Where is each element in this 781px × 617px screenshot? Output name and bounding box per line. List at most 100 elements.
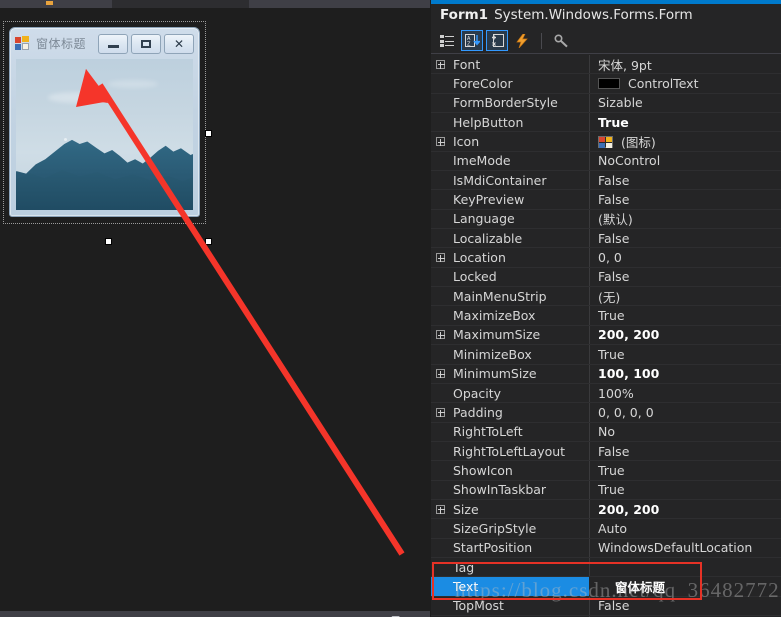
property-value[interactable]: 窗体标题 [607,577,781,595]
expand-plus-box [435,330,445,340]
property-value[interactable]: 100% [589,383,781,403]
property-row[interactable]: Padding 0, 0, 0, 0 [431,403,781,423]
property-value[interactable]: ControlText [589,74,781,93]
property-value[interactable]: 0, 0 [589,248,781,267]
expand-plus-icon[interactable] [431,407,449,417]
property-value[interactable]: False [589,596,781,615]
expand-plus-icon[interactable] [431,253,449,263]
property-row[interactable]: Opacity 100% [431,383,781,404]
property-value[interactable]: True [589,461,781,480]
expand-plus-icon[interactable] [431,137,449,147]
property-value[interactable]: 宋体, 9pt [589,55,781,74]
property-row[interactable]: ForeColor ControlText [431,74,781,94]
property-value[interactable]: True [589,113,781,132]
property-value[interactable]: 200, 200 [589,325,781,345]
property-row[interactable]: FormBorderStyle Sizable [431,93,781,114]
property-value[interactable]: NoControl [589,151,781,171]
categorized-view-icon[interactable] [436,30,458,51]
property-name: SizeGripStyle [453,520,537,536]
property-name: ForeColor [453,76,513,92]
property-row[interactable]: Localizable False [431,229,781,249]
property-row[interactable]: Locked False [431,267,781,288]
property-row[interactable]: StartPosition WindowsDefaultLocation [431,538,781,558]
property-row[interactable]: Size 200, 200 [431,499,781,520]
expand-plus-icon[interactable] [431,369,449,379]
property-row[interactable]: Tag [431,557,781,578]
property-value[interactable]: (默认) [589,209,781,229]
property-value[interactable]: 0, 0, 0, 0 [589,403,781,422]
form-close-button[interactable]: ✕ [164,33,194,54]
expand-plus-box [435,137,445,147]
alphabetical-sort-icon[interactable]: A Z [461,30,483,51]
form-minimize-button[interactable] [98,33,128,54]
form-title-bar: 窗体标题 ✕ [10,28,199,59]
editor-tab-secondary[interactable] [112,0,249,8]
property-row[interactable]: SizeGripStyle Auto [431,519,781,539]
expand-plus-icon[interactable] [431,330,449,340]
property-row[interactable]: RightToLeftLayout False [431,441,781,462]
property-value-text: True [598,462,625,478]
property-value[interactable]: True [589,480,781,499]
property-row[interactable]: IsMdiContainer False [431,171,781,191]
property-value[interactable]: True [589,306,781,325]
property-row[interactable]: MaximizeBox True [431,306,781,326]
properties-icon[interactable] [486,30,508,51]
form-selection-frame[interactable]: 窗体标题 ✕ [3,21,212,245]
property-row[interactable]: MaximumSize 200, 200 [431,325,781,346]
property-value-text: True [598,308,625,324]
form-designer-surface[interactable]: 窗体标题 ✕ [0,9,430,617]
property-row[interactable]: Font 宋体, 9pt [431,55,781,75]
property-row[interactable]: Location 0, 0 [431,248,781,268]
properties-grid[interactable]: Font 宋体, 9pt ForeColor ControlText FormBorde… [431,55,781,617]
editor-tab-tertiary[interactable] [249,0,430,8]
property-value-text: Auto [598,520,628,536]
property-pages-icon[interactable] [550,30,572,51]
property-row[interactable]: Text 窗体标题 [431,577,781,597]
property-row[interactable]: RightToLeft No [431,422,781,442]
resize-handle-bottom[interactable] [105,238,112,245]
property-value[interactable]: False [589,229,781,248]
property-row[interactable]: Language (默认) [431,209,781,230]
property-name: Size [453,501,479,517]
property-value[interactable]: No [589,422,781,441]
property-row[interactable]: MinimizeBox True [431,345,781,365]
property-row[interactable]: ShowInTaskbar True [431,480,781,500]
property-value[interactable]: (无) [589,287,781,306]
cloud-shape [108,80,158,88]
property-name: Tag [453,559,475,575]
property-value[interactable] [589,557,781,577]
vs-form-icon [15,36,30,51]
property-value[interactable]: True [589,345,781,364]
property-value[interactable]: 200, 200 [589,499,781,519]
property-row[interactable]: KeyPreview False [431,190,781,210]
events-icon[interactable] [511,30,533,51]
property-value[interactable]: False [589,171,781,190]
property-value[interactable]: False [589,190,781,209]
editor-tab-active[interactable] [0,0,112,8]
property-name: Font [453,56,481,72]
property-row[interactable]: Icon (图标) [431,132,781,152]
form-maximize-button[interactable] [131,33,161,54]
property-row[interactable]: MainMenuStrip (无) [431,287,781,307]
property-value[interactable]: 100, 100 [589,364,781,383]
property-row[interactable]: MinimumSize 100, 100 [431,364,781,384]
designed-form[interactable]: 窗体标题 ✕ [9,27,200,217]
expand-plus-icon[interactable] [431,59,449,69]
property-row[interactable]: ShowIcon True [431,461,781,481]
property-row[interactable]: TopMost False [431,596,781,616]
property-row[interactable]: HelpButton True [431,113,781,133]
property-name: FormBorderStyle [453,95,558,111]
property-row[interactable]: ImeMode NoControl [431,151,781,172]
property-value[interactable]: WindowsDefaultLocation [589,538,781,557]
expand-plus-icon[interactable] [431,504,449,514]
property-value[interactable]: False [589,267,781,287]
property-value[interactable]: Sizable [589,93,781,113]
property-value-text: True [598,114,629,130]
property-value[interactable]: False [589,441,781,461]
property-name: Padding [453,404,503,420]
resize-handle-corner[interactable] [205,238,212,245]
properties-panel-header: Form1 System.Windows.Forms.Form [431,4,781,26]
property-value[interactable]: (图标) [589,132,781,151]
property-value[interactable]: Auto [589,519,781,538]
resize-handle-right[interactable] [205,130,212,137]
